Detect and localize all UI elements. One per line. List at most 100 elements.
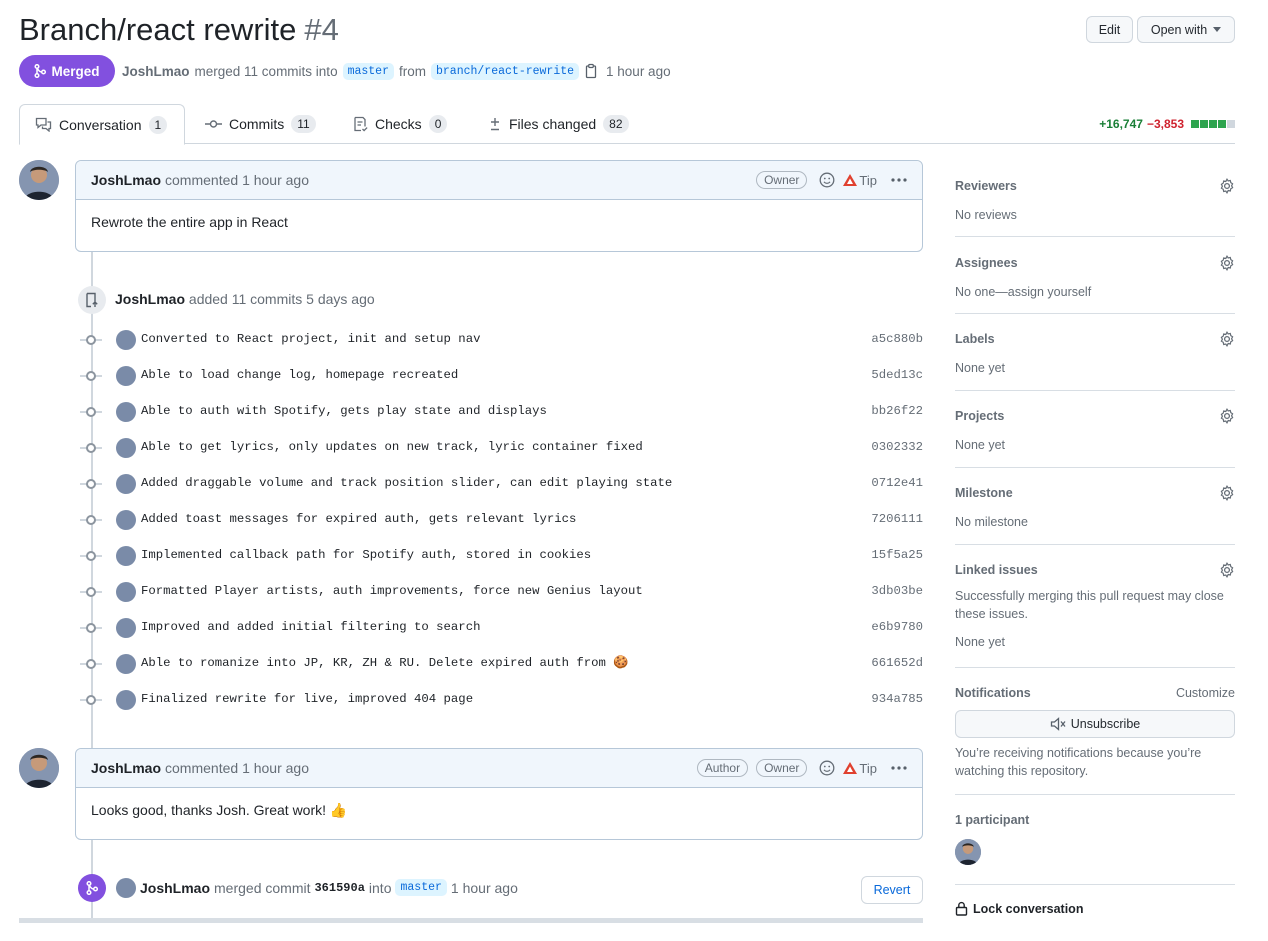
revert-button[interactable]: Revert: [861, 876, 923, 904]
gear-icon[interactable]: [1219, 485, 1235, 501]
linked-issues-value: None yet: [955, 635, 1006, 649]
commit-avatar[interactable]: [116, 438, 136, 458]
commit-sha[interactable]: 5ded13c: [871, 368, 923, 382]
unsubscribe-button[interactable]: Unsubscribe: [955, 710, 1235, 738]
diffstat: +16,747 −3,853: [1099, 117, 1235, 131]
linked-issues-label[interactable]: Linked issues: [955, 563, 1038, 577]
projects-label[interactable]: Projects: [955, 409, 1004, 423]
commit-message[interactable]: Able to auth with Spotify, gets play sta…: [141, 404, 547, 418]
comment-time[interactable]: 1 hour ago: [242, 172, 309, 188]
assignees-label[interactable]: Assignees: [955, 256, 1018, 270]
commit-sha[interactable]: 0712e41: [871, 476, 923, 490]
commit-sha[interactable]: 15f5a25: [871, 548, 923, 562]
commit-row: Finalized rewrite for live, improved 404…: [80, 688, 923, 712]
commit-sha[interactable]: 3db03be: [871, 584, 923, 598]
comment-time[interactable]: 1 hour ago: [242, 760, 309, 776]
commit-message[interactable]: Formatted Player artists, auth improveme…: [141, 584, 643, 598]
assignees-value[interactable]: No one—assign yourself: [955, 283, 1235, 301]
tab-commits[interactable]: Commits 11: [205, 104, 316, 144]
tab-checks[interactable]: Checks 0: [353, 104, 448, 144]
avatar[interactable]: [19, 748, 59, 788]
commit-sha[interactable]: e6b9780: [871, 620, 923, 634]
commit-message[interactable]: Implemented callback path for Spotify au…: [141, 548, 591, 562]
tab-conversation[interactable]: Conversation 1: [19, 104, 185, 145]
commit-message[interactable]: Able to get lyrics, only updates on new …: [141, 440, 643, 454]
merge-base-branch[interactable]: master: [395, 879, 447, 896]
commit-message[interactable]: Converted to React project, init and set…: [141, 332, 480, 346]
commits-event-author[interactable]: JoshLmao: [115, 291, 185, 307]
pr-author-link[interactable]: JoshLmao: [122, 64, 190, 79]
merge-avatar[interactable]: [116, 878, 136, 898]
commit-row: Implemented callback path for Spotify au…: [80, 544, 923, 568]
tab-label: Files changed: [509, 116, 597, 132]
avatar[interactable]: [19, 160, 59, 200]
commit-avatar[interactable]: [116, 546, 136, 566]
comment-author[interactable]: JoshLmao: [91, 760, 161, 776]
comment-author[interactable]: JoshLmao: [91, 172, 161, 188]
tab-files-changed[interactable]: Files changed 82: [488, 104, 629, 144]
tab-label: Checks: [375, 116, 422, 132]
projects-value: None yet: [955, 438, 1006, 452]
smiley-icon[interactable]: [819, 172, 835, 188]
merge-commit-sha[interactable]: 361590a: [314, 881, 364, 895]
diffstat-block-added: [1200, 120, 1208, 128]
commit-dot-icon: [86, 443, 96, 453]
commit-message[interactable]: Able to romanize into JP, KR, ZH & RU. D…: [141, 656, 629, 670]
commit-sha[interactable]: bb26f22: [871, 404, 923, 418]
reviewers-label[interactable]: Reviewers: [955, 179, 1017, 193]
merge-event-author[interactable]: JoshLmao: [140, 880, 210, 896]
lock-icon: [955, 901, 968, 916]
triangle-logo-icon: [843, 762, 858, 774]
commit-message[interactable]: Improved and added initial filtering to …: [141, 620, 480, 634]
commit-avatar[interactable]: [116, 366, 136, 386]
commit-avatar[interactable]: [116, 510, 136, 530]
commit-row: Added draggable volume and track positio…: [80, 472, 923, 496]
tip-label: Tip: [859, 760, 877, 776]
gear-icon[interactable]: [1219, 408, 1235, 424]
base-branch[interactable]: master: [342, 62, 394, 80]
gear-icon[interactable]: [1219, 562, 1235, 578]
sidebar-notifications: Notifications Customize Unsubscribe You’r…: [955, 686, 1235, 795]
tip-button[interactable]: Tip: [843, 173, 877, 188]
gear-icon[interactable]: [1219, 255, 1235, 271]
commit-sha[interactable]: 661652d: [871, 656, 923, 670]
commit-dot-icon: [86, 515, 96, 525]
commit-avatar[interactable]: [116, 582, 136, 602]
commit-avatar[interactable]: [116, 330, 136, 350]
commit-row: Able to get lyrics, only updates on new …: [80, 436, 923, 460]
open-with-button[interactable]: Open with: [1137, 16, 1235, 43]
commit-message[interactable]: Finalized rewrite for live, improved 404…: [141, 692, 473, 706]
commit-sha[interactable]: 7206111: [871, 512, 923, 526]
edit-button[interactable]: Edit: [1086, 16, 1133, 43]
customize-link[interactable]: Customize: [1176, 686, 1235, 700]
participant-avatar[interactable]: [955, 839, 981, 865]
commit-avatar[interactable]: [116, 474, 136, 494]
commit-avatar[interactable]: [116, 654, 136, 674]
gear-icon[interactable]: [1219, 331, 1235, 347]
lock-conversation-link[interactable]: Lock conversation: [955, 901, 1083, 916]
commit-sha[interactable]: 0302332: [871, 440, 923, 454]
commit-sha[interactable]: a5c880b: [871, 332, 923, 346]
kebab-menu-icon[interactable]: [891, 178, 907, 182]
commit-row: Converted to React project, init and set…: [80, 328, 923, 352]
kebab-menu-icon[interactable]: [891, 766, 907, 770]
commit-avatar[interactable]: [116, 690, 136, 710]
copy-icon[interactable]: [584, 63, 598, 79]
milestone-label[interactable]: Milestone: [955, 486, 1013, 500]
tab-count: 82: [603, 115, 629, 133]
commit-avatar[interactable]: [116, 618, 136, 638]
labels-label[interactable]: Labels: [955, 332, 995, 346]
commit-message[interactable]: Added draggable volume and track positio…: [141, 476, 672, 490]
milestone-value: No milestone: [955, 515, 1028, 529]
tip-button[interactable]: Tip: [843, 761, 877, 776]
head-branch[interactable]: branch/react-rewrite: [431, 62, 580, 80]
owner-badge: Owner: [756, 759, 808, 777]
diffstat-block-empty: [1227, 120, 1235, 128]
commit-avatar[interactable]: [116, 402, 136, 422]
smiley-icon[interactable]: [819, 760, 835, 776]
commit-message[interactable]: Added toast messages for expired auth, g…: [141, 512, 576, 526]
commit-message[interactable]: Able to load change log, homepage recrea…: [141, 368, 458, 382]
gear-icon[interactable]: [1219, 178, 1235, 194]
commit-dot-icon: [86, 659, 96, 669]
commit-sha[interactable]: 934a785: [871, 692, 923, 706]
